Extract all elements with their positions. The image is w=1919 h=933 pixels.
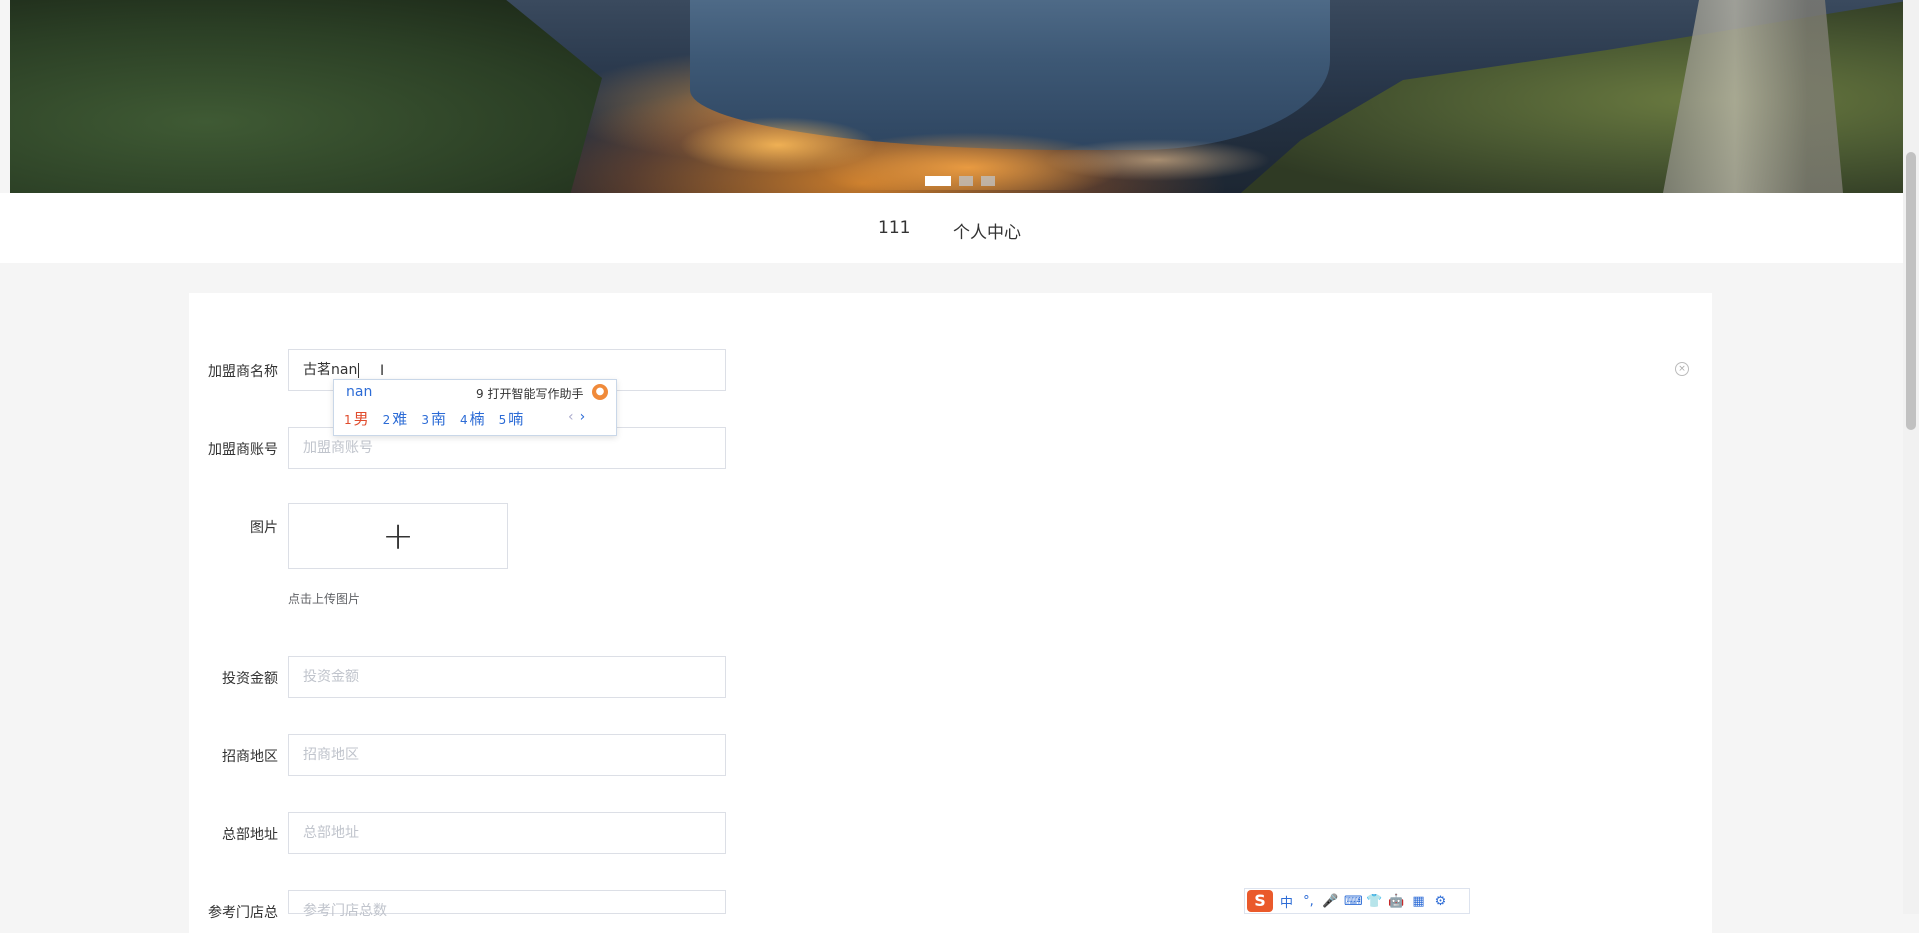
ime-candidate-5[interactable]: 5喃 — [499, 408, 524, 429]
banner-city-lights — [550, 40, 1310, 190]
chevron-right-icon[interactable]: › — [580, 409, 586, 425]
recruit-region-label: 招商地区 — [222, 749, 278, 765]
microphone-icon[interactable]: 🎤 — [1322, 894, 1339, 909]
banner-rocks — [1663, 0, 1843, 193]
investment-amount-placeholder: 投资金额 — [303, 669, 359, 685]
carousel-dot-2[interactable] — [959, 176, 973, 186]
franchisee-name-value: 古茗nan — [303, 362, 358, 378]
nav-item-personal-center[interactable]: 个人中心 — [953, 218, 1021, 243]
ime-writing-assistant-link[interactable]: 9 打开智能写作助手 — [476, 385, 583, 402]
investment-amount-label: 投资金额 — [222, 671, 278, 687]
sogou-logo-icon[interactable]: S — [1247, 890, 1273, 912]
assistant-icon[interactable]: ● — [592, 384, 608, 400]
headquarters-address-input[interactable]: 总部地址 — [288, 812, 726, 854]
carousel-banner[interactable] — [10, 0, 1903, 193]
ime-candidate-2[interactable]: 2难 — [383, 408, 408, 429]
robot-icon[interactable]: 🤖 — [1388, 894, 1405, 909]
ime-candidate-3[interactable]: 3南 — [421, 408, 446, 429]
carousel-dot-1[interactable] — [925, 176, 951, 186]
headquarters-address-placeholder: 总部地址 — [303, 825, 359, 841]
reference-store-count-input[interactable]: 参考门店总数 — [288, 890, 726, 919]
chinese-mode-icon[interactable]: 中 — [1278, 892, 1295, 911]
scrollbar-thumb[interactable] — [1906, 152, 1916, 430]
carousel-dot-3[interactable] — [981, 176, 995, 186]
image-upload-box[interactable]: + — [288, 503, 508, 569]
top-nav: 111 个人中心 — [0, 193, 1903, 263]
ime-pager: ‹ › — [568, 409, 585, 425]
image-label: 图片 — [250, 520, 278, 536]
skin-icon[interactable]: 👕 — [1366, 894, 1383, 909]
recruit-region-input[interactable]: 招商地区 — [288, 734, 726, 776]
nav-item-111[interactable]: 111 — [878, 218, 910, 238]
upload-hint: 点击上传图片 — [288, 592, 361, 606]
reference-store-count-label: 参考门店总 — [208, 905, 278, 921]
ime-candidate-4[interactable]: 4楠 — [460, 408, 485, 429]
page-scrollbar[interactable] — [1903, 0, 1919, 914]
franchisee-name-label: 加盟商名称 — [208, 364, 278, 380]
reference-store-count-placeholder: 参考门店总数 — [303, 903, 387, 919]
ime-candidate-popup: nan 9 打开智能写作助手 ● 1男 2难 3南 4楠 5喃 ‹ › — [333, 379, 617, 436]
settings-icon[interactable]: ⚙ — [1432, 894, 1449, 909]
text-caret — [358, 362, 360, 378]
clear-icon[interactable]: × — [1675, 362, 1689, 376]
carousel-indicators — [925, 176, 995, 186]
ime-composition: nan — [346, 384, 373, 400]
keyboard-icon[interactable]: ⌨ — [1344, 894, 1363, 909]
headquarters-address-label: 总部地址 — [222, 827, 278, 843]
franchisee-account-placeholder: 加盟商账号 — [303, 440, 373, 456]
plus-icon: + — [382, 514, 414, 558]
ime-toolbar: S 中 °, 🎤 ⌨ 👕 🤖 ▦ ⚙ — [1244, 888, 1470, 914]
recruit-region-placeholder: 招商地区 — [303, 747, 359, 763]
ime-candidate-list: 1男 2难 3南 4楠 5喃 — [344, 408, 523, 429]
grid-icon[interactable]: ▦ — [1410, 894, 1427, 909]
ime-candidate-1[interactable]: 1男 — [344, 408, 369, 429]
franchisee-account-label: 加盟商账号 — [208, 442, 278, 458]
chevron-left-icon[interactable]: ‹ — [568, 409, 574, 425]
ibeam-cursor-icon: I — [380, 363, 385, 379]
punctuation-icon[interactable]: °, — [1300, 894, 1317, 909]
investment-amount-input[interactable]: 投资金额 — [288, 656, 726, 698]
